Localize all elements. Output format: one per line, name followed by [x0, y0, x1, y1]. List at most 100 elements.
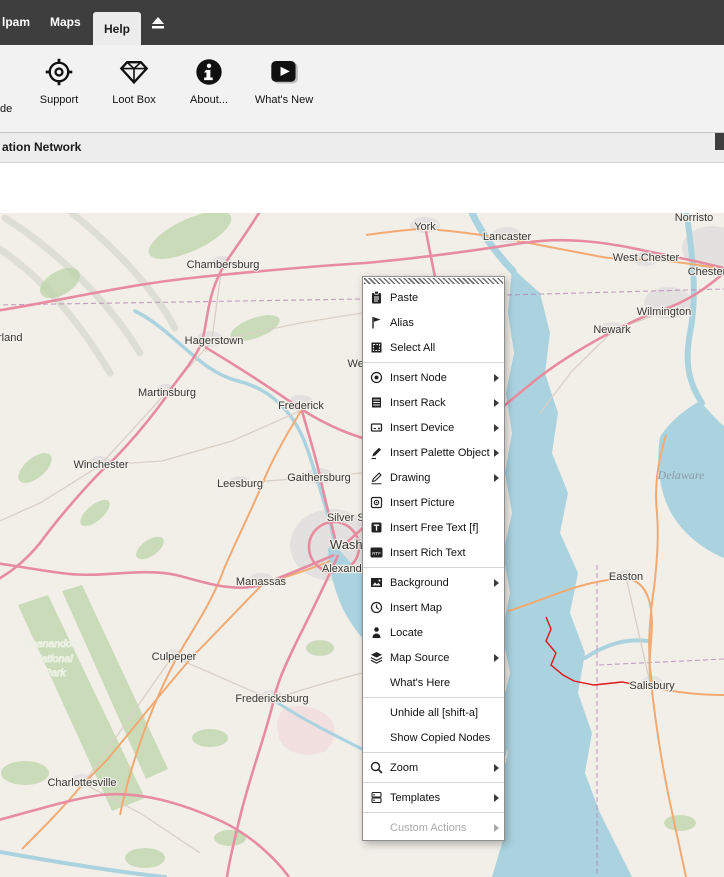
- menu-tearoff-handle[interactable]: [364, 278, 503, 284]
- submenu-arrow-icon: [494, 374, 499, 382]
- magnifier-icon: [368, 760, 384, 775]
- info-icon: [194, 57, 224, 87]
- toolbar-item-clipped-label[interactable]: de: [0, 103, 12, 115]
- target-icon: [44, 57, 74, 87]
- menu-item-insert-free-text[interactable]: Insert Free Text [f]: [363, 515, 504, 540]
- submenu-arrow-icon: [494, 474, 499, 482]
- map-label: rland: [0, 332, 22, 344]
- map-label: Lancaster: [483, 231, 532, 243]
- map-label: York: [414, 221, 436, 233]
- map-label: Leesburg: [217, 478, 263, 490]
- toolbar: de Support Loot Box About...: [0, 45, 724, 133]
- map-label: West Chester: [613, 252, 680, 264]
- menu-item-insert-node[interactable]: Insert Node: [363, 365, 504, 390]
- rich-text-icon: RTF: [368, 545, 384, 560]
- menu-item-drawing[interactable]: Drawing: [363, 465, 504, 490]
- map-label-state: Delaware: [657, 468, 706, 482]
- pencil-icon: [368, 470, 384, 485]
- menu-item-select-all[interactable]: Select All: [363, 335, 504, 360]
- map-label-park: National: [34, 653, 73, 665]
- menu-item-templates[interactable]: Templates: [363, 785, 504, 810]
- submenu-arrow-icon: [494, 824, 499, 832]
- map-label: Culpeper: [152, 651, 197, 663]
- map-label: Martinsburg: [138, 387, 196, 399]
- menu-item-show-copied-nodes[interactable]: Show Copied Nodes: [363, 725, 504, 750]
- menubar-item-help[interactable]: Help: [93, 12, 141, 45]
- map-label: Norristo: [675, 213, 714, 224]
- submenu-arrow-icon: [494, 399, 499, 407]
- icon-spacer: [368, 675, 384, 690]
- menu-separator: [363, 567, 504, 568]
- map-title: ation Network: [2, 133, 81, 162]
- submenu-arrow-icon: [494, 764, 499, 772]
- clock-icon: [368, 600, 384, 615]
- alias-flag-icon: [368, 315, 384, 330]
- submenu-arrow-icon: [494, 654, 499, 662]
- submenu-arrow-icon: [494, 449, 499, 457]
- toolbar-item-support[interactable]: Support: [24, 57, 94, 106]
- text-icon: [368, 520, 384, 535]
- app-window: lpam Maps Help de Support Loot Box: [0, 0, 724, 877]
- menu-item-whats-here[interactable]: What's Here: [363, 670, 504, 695]
- menu-item-insert-palette-object[interactable]: Insert Palette Object: [363, 440, 504, 465]
- map-label: Frederick: [278, 400, 324, 412]
- menu-item-insert-rich-text[interactable]: RTF Insert Rich Text: [363, 540, 504, 565]
- map-label: Gaithersburg: [287, 472, 351, 484]
- icon-spacer: [368, 820, 384, 835]
- menu-separator: [363, 812, 504, 813]
- menu-item-insert-map[interactable]: Insert Map: [363, 595, 504, 620]
- picture-icon: [368, 495, 384, 510]
- map-label: Chambersburg: [187, 259, 260, 271]
- menubar-item-ipam[interactable]: lpam: [2, 0, 30, 45]
- submenu-arrow-icon: [494, 579, 499, 587]
- toolbar-item-label: What's New: [255, 94, 313, 106]
- submenu-arrow-icon: [494, 794, 499, 802]
- play-badge-icon: [269, 57, 299, 87]
- menu-separator: [363, 782, 504, 783]
- map-label: Hagerstown: [185, 335, 244, 347]
- menu-item-insert-rack[interactable]: Insert Rack: [363, 390, 504, 415]
- menubar-item-maps[interactable]: Maps: [50, 0, 81, 45]
- toolbar-item-label: About...: [190, 94, 228, 106]
- map-label-park: Shenandoah: [24, 638, 84, 650]
- menu-item-map-source[interactable]: Map Source: [363, 645, 504, 670]
- map-label: Manassas: [236, 576, 287, 588]
- menu-separator: [363, 697, 504, 698]
- menu-item-background[interactable]: Background: [363, 570, 504, 595]
- layers-icon: [368, 650, 384, 665]
- menu-item-alias[interactable]: Alias: [363, 310, 504, 335]
- menu-item-insert-device[interactable]: Insert Device: [363, 415, 504, 440]
- map-label: Wilmington: [637, 306, 691, 318]
- device-icon: [368, 420, 384, 435]
- icon-spacer: [368, 705, 384, 720]
- select-all-icon: [368, 340, 384, 355]
- menu-item-zoom[interactable]: Zoom: [363, 755, 504, 780]
- toolbar-item-loot-box[interactable]: Loot Box: [99, 57, 169, 106]
- titlebar-corner-widget[interactable]: [715, 133, 724, 150]
- menu-item-insert-picture[interactable]: Insert Picture: [363, 490, 504, 515]
- submenu-arrow-icon: [494, 424, 499, 432]
- map-titlebar: ation Network: [0, 133, 724, 163]
- svg-text:RTF: RTF: [372, 551, 381, 556]
- map-label: Newark: [593, 324, 631, 336]
- menu-item-custom-actions: Custom Actions: [363, 815, 504, 840]
- toolbar-item-label: Loot Box: [112, 94, 155, 106]
- menu-item-locate[interactable]: Locate: [363, 620, 504, 645]
- menu-separator: [363, 362, 504, 363]
- menu-item-unhide-all[interactable]: Unhide all [shift-a]: [363, 700, 504, 725]
- eject-icon[interactable]: [150, 15, 166, 31]
- menu-separator: [363, 752, 504, 753]
- toolbar-item-whats-new[interactable]: What's New: [249, 57, 319, 106]
- gem-icon: [119, 57, 149, 87]
- map-label: Charlottesville: [47, 777, 116, 789]
- menubar: lpam Maps Help: [0, 0, 724, 45]
- palette-icon: [368, 445, 384, 460]
- context-menu: Paste Alias Select All Insert Node Inser…: [362, 276, 505, 841]
- map-label: Winchester: [73, 459, 128, 471]
- menu-item-paste[interactable]: Paste: [363, 285, 504, 310]
- node-icon: [368, 370, 384, 385]
- map-label-park: Park: [44, 667, 66, 679]
- toolbar-item-about[interactable]: About...: [174, 57, 244, 106]
- map-label: Fredericksburg: [235, 693, 308, 705]
- map-label: Salisbury: [629, 680, 675, 692]
